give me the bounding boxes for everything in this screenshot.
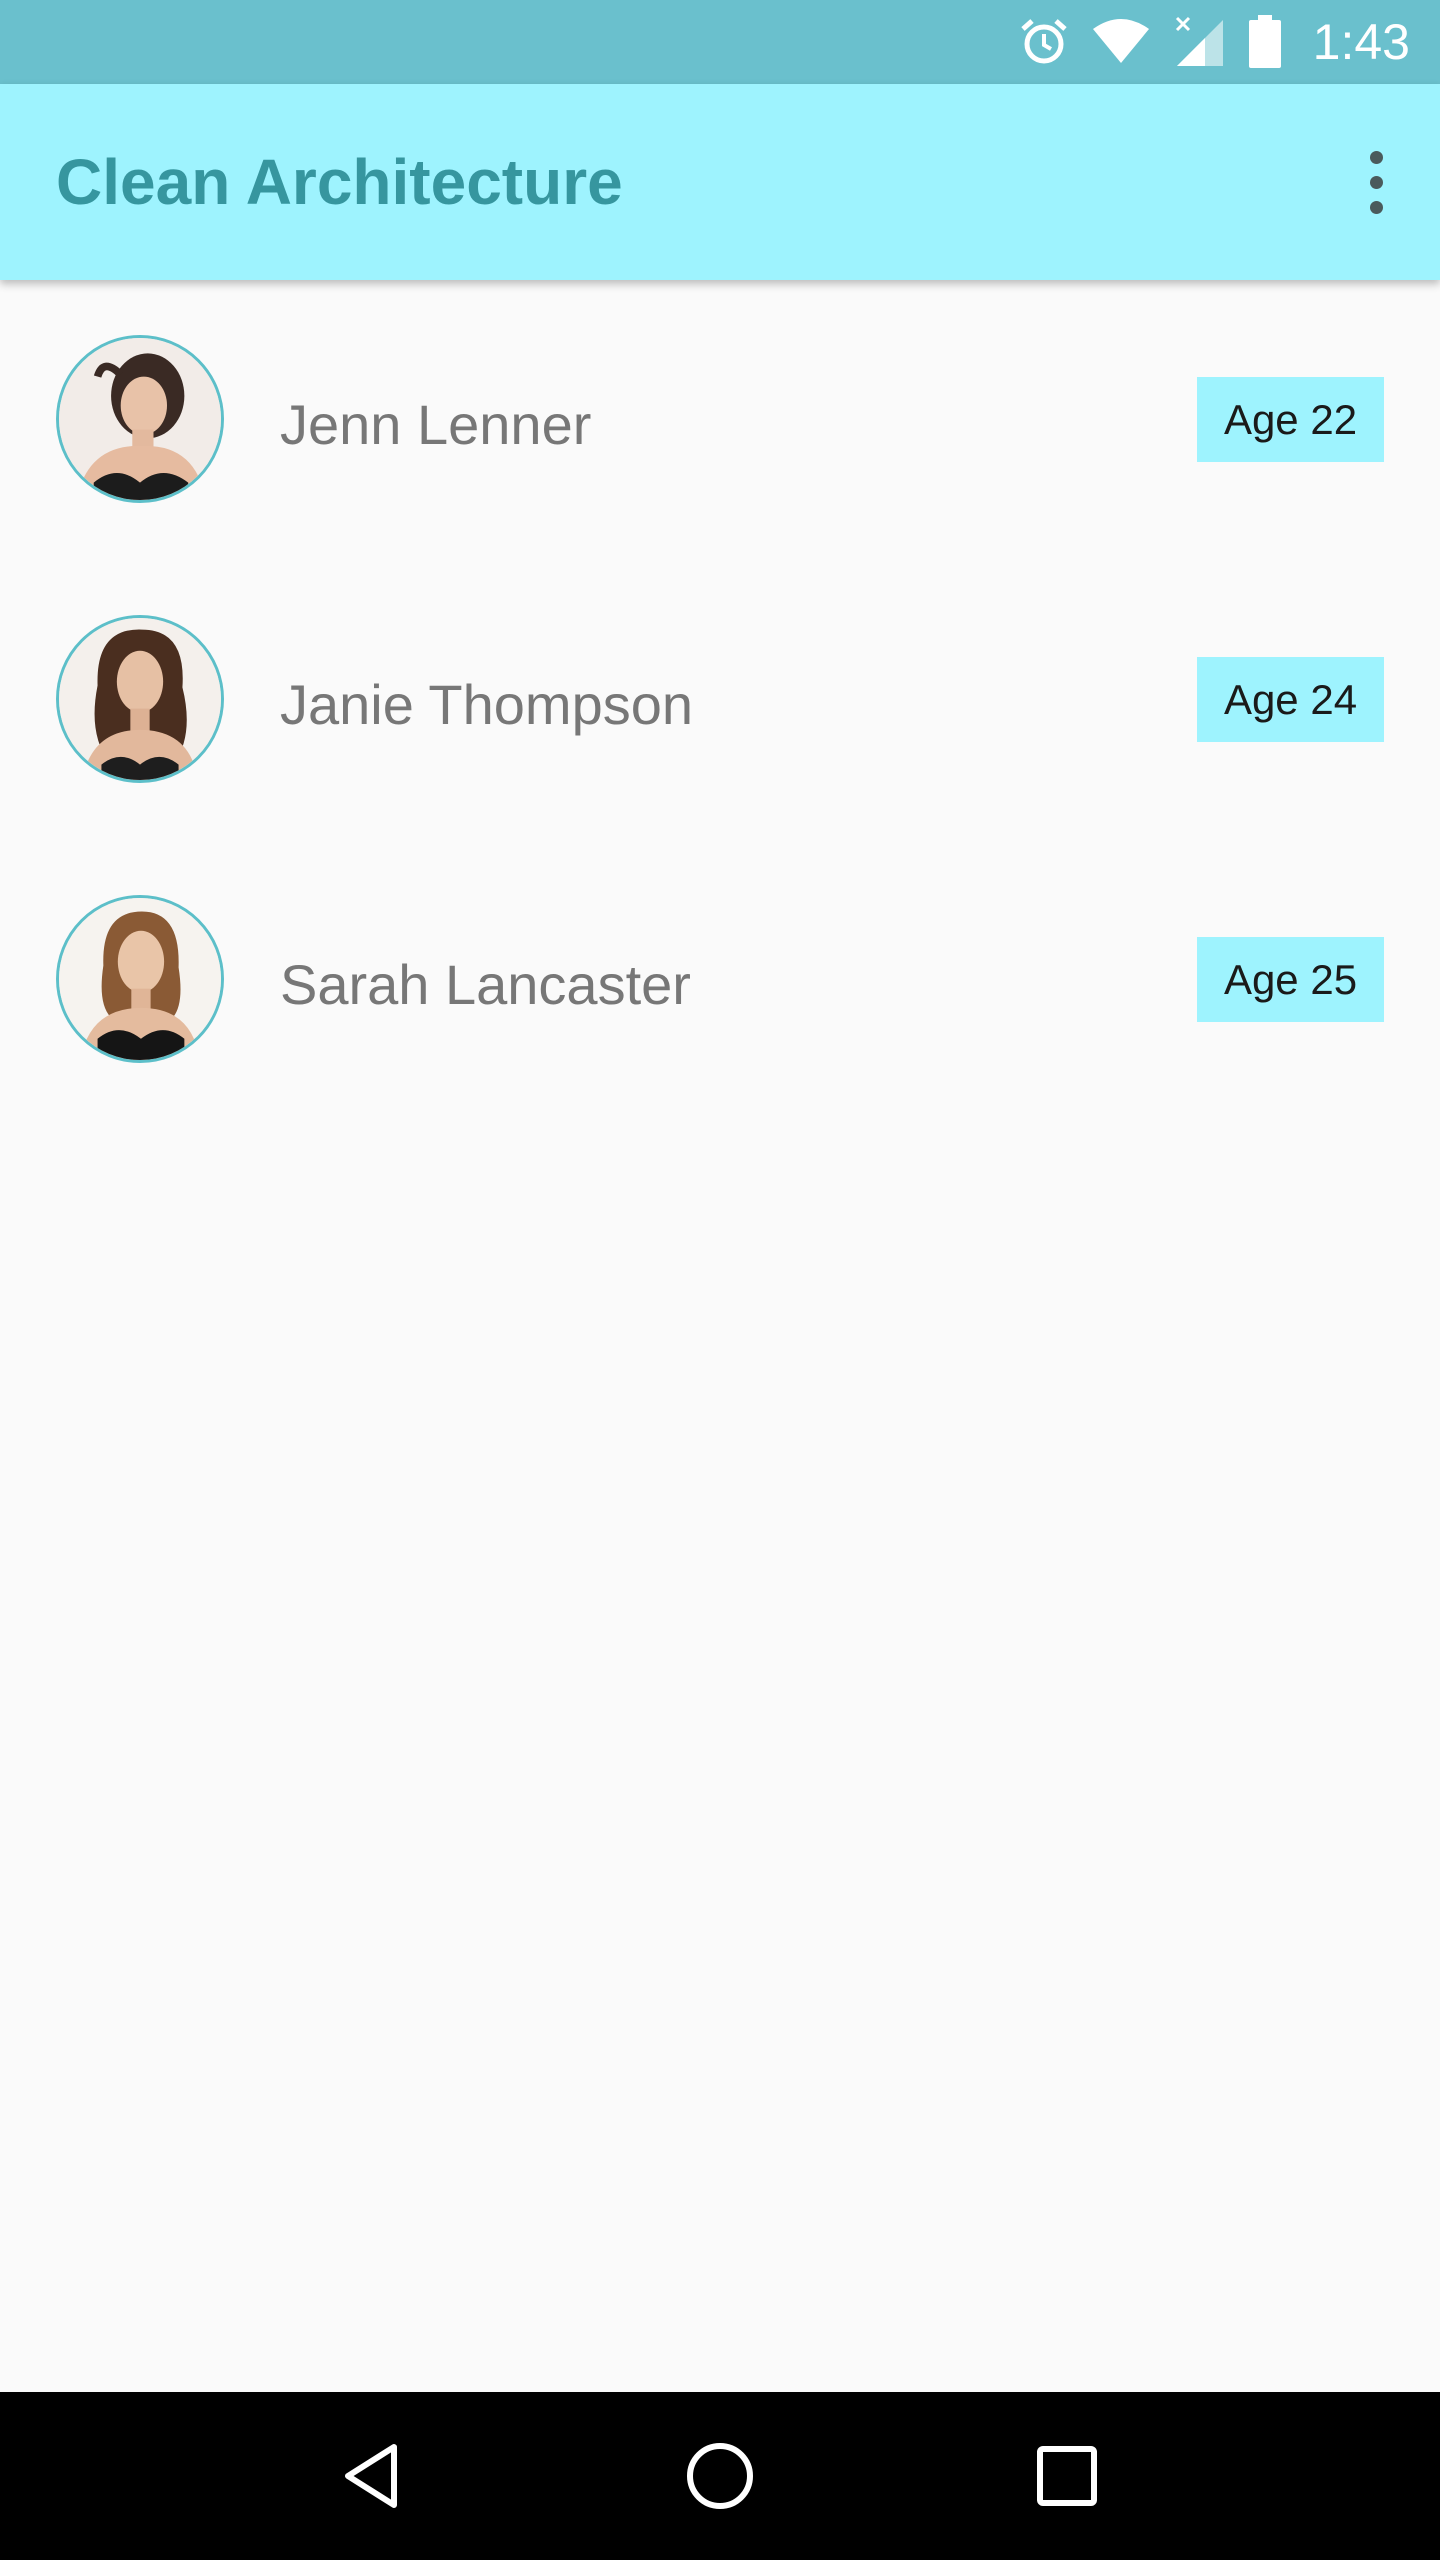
app-bar: Clean Architecture [0, 84, 1440, 280]
recents-icon [1036, 2446, 1097, 2506]
avatar [56, 615, 224, 783]
age-badge: Age 22 [1197, 377, 1384, 462]
age-badge: Age 25 [1197, 937, 1384, 1022]
avatar [56, 895, 224, 1063]
list-item[interactable]: Sarah Lancaster Age 25 [0, 840, 1440, 1120]
more-vert-icon [1369, 150, 1383, 164]
more-options-button[interactable] [1346, 132, 1406, 232]
navigation-bar [0, 2392, 1440, 2560]
user-name: Sarah Lancaster [280, 953, 691, 1016]
page-title: Clean Architecture [56, 146, 623, 218]
recents-button[interactable] [1007, 2416, 1127, 2536]
user-name: Jenn Lenner [280, 393, 592, 456]
signal-no-data-icon [1173, 16, 1225, 68]
battery-icon [1247, 15, 1283, 69]
back-icon [345, 2444, 398, 2508]
home-button[interactable] [660, 2416, 780, 2536]
list-item[interactable]: Janie Thompson Age 24 [0, 560, 1440, 840]
alarm-icon [1019, 17, 1069, 67]
home-icon [686, 2443, 753, 2509]
back-button[interactable] [313, 2416, 433, 2536]
status-time: 1:43 [1312, 14, 1410, 70]
more-vert-icon-dot [1369, 175, 1383, 189]
status-bar: 1:43 [0, 0, 1440, 84]
user-list: Jenn Lenner Age 22 Janie Thompson Age 24 [0, 280, 1440, 1120]
wifi-icon [1091, 17, 1151, 67]
list-item[interactable]: Jenn Lenner Age 22 [0, 280, 1440, 560]
age-badge: Age 24 [1197, 657, 1384, 742]
more-vert-icon-dot [1369, 200, 1383, 214]
avatar [56, 335, 224, 503]
user-name: Janie Thompson [280, 673, 693, 736]
